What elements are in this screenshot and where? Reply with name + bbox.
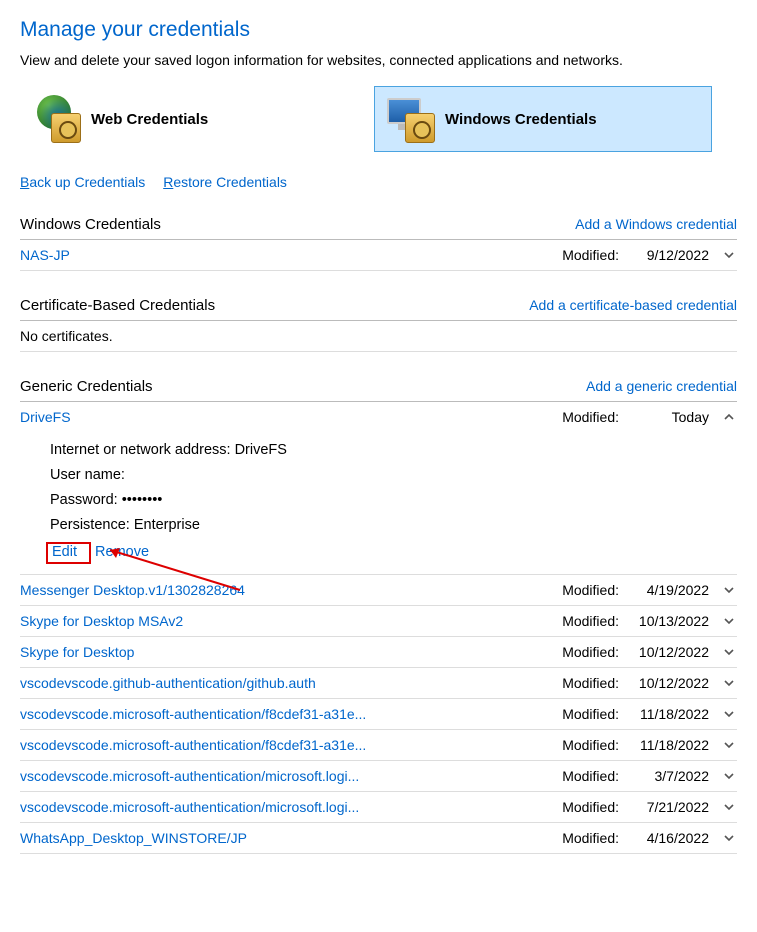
credential-row[interactable]: vscodevscode.microsoft-authentication/f8…	[20, 730, 737, 761]
credential-name[interactable]: vscodevscode.github-authentication/githu…	[20, 675, 562, 691]
credential-name[interactable]: NAS-JP	[20, 247, 562, 263]
chevron-down-icon[interactable]	[721, 799, 737, 815]
chevron-down-icon[interactable]	[721, 737, 737, 753]
chevron-down-icon[interactable]	[721, 830, 737, 846]
credential-row[interactable]: Skype for Desktop MSAv2Modified: 10/13/20…	[20, 606, 737, 637]
chevron-down-icon[interactable]	[721, 613, 737, 629]
modified-label: Modified:	[562, 706, 619, 722]
chevron-down-icon[interactable]	[721, 247, 737, 263]
persistence-label: Persistence:	[50, 517, 134, 533]
annotation-highlight: Edit	[46, 542, 91, 564]
modified-label: Modified:	[562, 675, 619, 691]
restore-credentials-link[interactable]: Restore Credentials	[163, 174, 287, 190]
credential-name[interactable]: vscodevscode.microsoft-authentication/f8…	[20, 737, 562, 753]
credential-name[interactable]: vscodevscode.microsoft-authentication/mi…	[20, 768, 562, 784]
modified-label: Modified:	[562, 644, 619, 660]
modified-value: 10/12/2022	[625, 644, 709, 660]
modified-label: Modified:	[562, 830, 619, 846]
add-certificate-credential-link[interactable]: Add a certificate-based credential	[529, 297, 737, 313]
credential-details: Internet or network address: DriveFS Use…	[20, 432, 737, 575]
chevron-down-icon[interactable]	[721, 582, 737, 598]
globe-safe-icon	[33, 95, 81, 143]
username-label: User name:	[50, 467, 125, 483]
add-generic-credential-link[interactable]: Add a generic credential	[586, 378, 737, 394]
no-certificates-text: No certificates.	[20, 321, 737, 352]
monitor-safe-icon	[387, 95, 435, 143]
address-value: DriveFS	[235, 442, 287, 458]
credential-name[interactable]: WhatsApp_Desktop_WINSTORE/JP	[20, 830, 562, 846]
credential-name[interactable]: Messenger Desktop.v1/1302828264	[20, 582, 562, 598]
modified-label: Modified:	[562, 247, 619, 263]
modified-label: Modified:	[562, 582, 619, 598]
page-description: View and delete your saved logon informa…	[20, 52, 737, 68]
modified-value: 4/16/2022	[625, 830, 709, 846]
remove-link[interactable]: Remove	[95, 544, 149, 560]
password-value: ••••••••	[122, 492, 163, 508]
persistence-value: Enterprise	[134, 517, 200, 533]
modified-value: 3/7/2022	[625, 768, 709, 784]
credential-name[interactable]: DriveFS	[20, 409, 562, 425]
web-credentials-label: Web Credentials	[91, 111, 208, 128]
windows-credentials-header: Windows Credentials Add a Windows creden…	[20, 216, 737, 240]
modified-label: Modified:	[562, 613, 619, 629]
modified-label: Modified:	[562, 409, 619, 425]
credential-row-expanded[interactable]: DriveFS Modified: Today	[20, 402, 737, 432]
chevron-down-icon[interactable]	[721, 644, 737, 660]
modified-value: 9/12/2022	[625, 247, 709, 263]
add-windows-credential-link[interactable]: Add a Windows credential	[575, 216, 737, 232]
modified-value: Today	[625, 409, 709, 425]
credential-row[interactable]: vscodevscode.microsoft-authentication/mi…	[20, 792, 737, 823]
credential-name[interactable]: Skype for Desktop	[20, 644, 562, 660]
windows-credentials-tile[interactable]: Windows Credentials	[374, 86, 712, 152]
credential-name[interactable]: vscodevscode.microsoft-authentication/mi…	[20, 799, 562, 815]
edit-link[interactable]: Edit	[52, 544, 77, 560]
chevron-down-icon[interactable]	[721, 675, 737, 691]
credential-row[interactable]: NAS-JPModified: 9/12/2022	[20, 240, 737, 271]
credential-row[interactable]: WhatsApp_Desktop_WINSTORE/JPModified: 4/1…	[20, 823, 737, 854]
credential-row[interactable]: vscodevscode.github-authentication/githu…	[20, 668, 737, 699]
credential-row[interactable]: vscodevscode.microsoft-authentication/f8…	[20, 699, 737, 730]
backup-restore-links: Back up Credentials Restore Credentials	[20, 174, 737, 190]
credential-row[interactable]: Skype for DesktopModified: 10/12/2022	[20, 637, 737, 668]
section-title: Certificate-Based Credentials	[20, 297, 215, 314]
modified-value: 11/18/2022	[625, 706, 709, 722]
generic-credentials-header: Generic Credentials Add a generic creden…	[20, 378, 737, 402]
windows-credentials-label: Windows Credentials	[445, 111, 597, 128]
modified-value: 7/21/2022	[625, 799, 709, 815]
modified-label: Modified:	[562, 799, 619, 815]
chevron-down-icon[interactable]	[721, 706, 737, 722]
modified-value: 10/13/2022	[625, 613, 709, 629]
page-title: Manage your credentials	[20, 18, 737, 42]
section-title: Windows Credentials	[20, 216, 161, 233]
modified-label: Modified:	[562, 768, 619, 784]
modified-value: 11/18/2022	[625, 737, 709, 753]
credential-row[interactable]: vscodevscode.microsoft-authentication/mi…	[20, 761, 737, 792]
certificate-credentials-header: Certificate-Based Credentials Add a cert…	[20, 297, 737, 321]
web-credentials-tile[interactable]: Web Credentials	[20, 86, 358, 152]
modified-label: Modified:	[562, 737, 619, 753]
section-title: Generic Credentials	[20, 378, 153, 395]
credential-name[interactable]: Skype for Desktop MSAv2	[20, 613, 562, 629]
password-label: Password:	[50, 492, 122, 508]
address-label: Internet or network address:	[50, 442, 235, 458]
modified-value: 10/12/2022	[625, 675, 709, 691]
credential-name[interactable]: vscodevscode.microsoft-authentication/f8…	[20, 706, 562, 722]
modified-value: 4/19/2022	[625, 582, 709, 598]
backup-credentials-link[interactable]: Back up Credentials	[20, 174, 145, 190]
chevron-down-icon[interactable]	[721, 768, 737, 784]
credential-tiles: Web Credentials Windows Credentials	[20, 86, 737, 152]
credential-row[interactable]: Messenger Desktop.v1/1302828264Modified:…	[20, 575, 737, 606]
chevron-up-icon[interactable]	[721, 409, 737, 425]
